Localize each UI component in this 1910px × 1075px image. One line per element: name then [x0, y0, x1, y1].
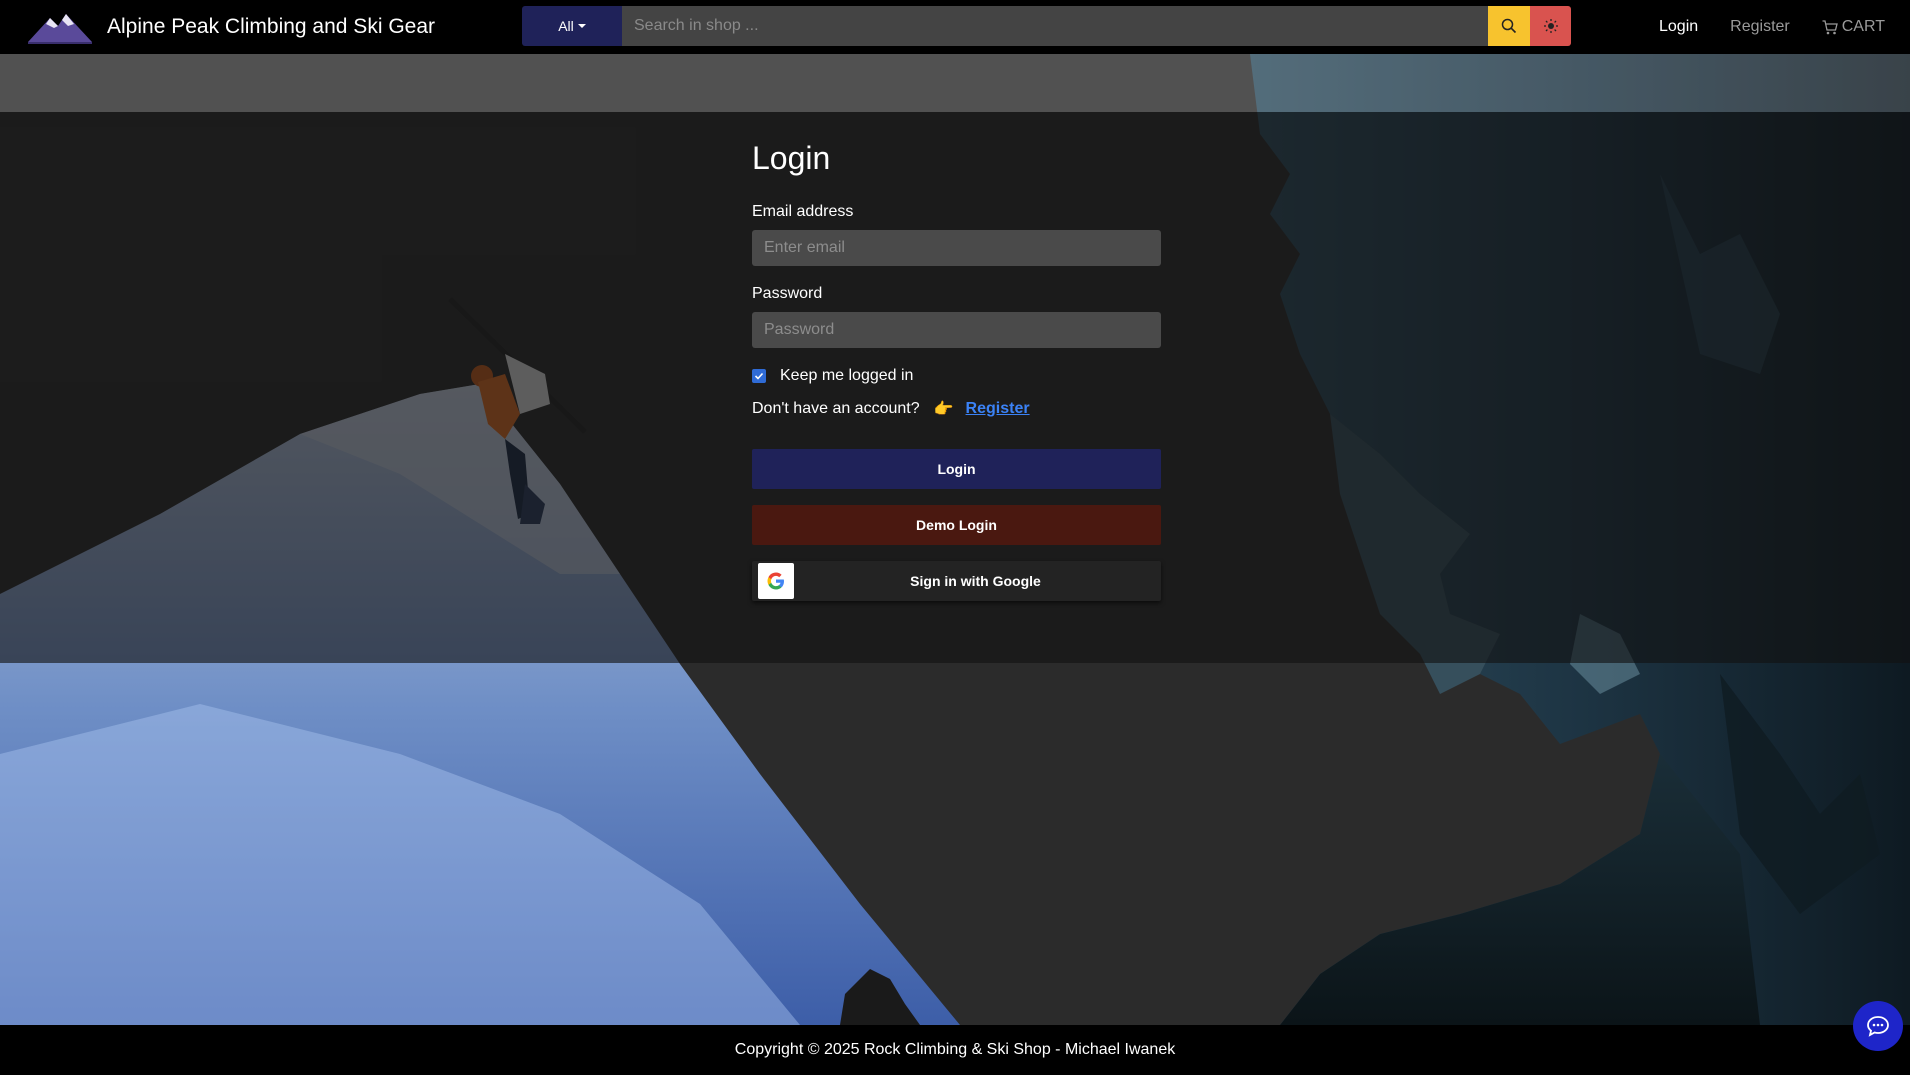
nav-login-link[interactable]: Login: [1659, 18, 1698, 36]
sun-icon: [1543, 19, 1558, 33]
google-icon-box: [758, 563, 794, 599]
pointing-hand-icon: 👉: [933, 401, 954, 418]
demo-login-button[interactable]: Demo Login: [752, 505, 1161, 545]
footer: Copyright © 2025 Rock Climbing & Ski Sho…: [0, 1025, 1910, 1075]
remember-me-checkbox[interactable]: [752, 369, 766, 383]
google-button-label: Sign in with Google: [910, 573, 1041, 589]
chat-button[interactable]: [1853, 1001, 1903, 1051]
password-field[interactable]: [752, 312, 1161, 348]
cart-label: CART: [1841, 18, 1885, 35]
password-label: Password: [752, 285, 823, 302]
theme-toggle-button[interactable]: [1530, 6, 1571, 46]
page-title: Login: [752, 140, 831, 176]
mountain-logo-icon: [28, 14, 92, 44]
search-button[interactable]: [1488, 6, 1530, 46]
email-field[interactable]: [752, 230, 1161, 266]
register-link[interactable]: Register: [966, 400, 1030, 418]
brand[interactable]: Alpine Peak Climbing and Ski Gear: [28, 10, 435, 44]
category-label: All: [558, 18, 574, 34]
remember-me-label: Keep me logged in: [780, 367, 914, 384]
copyright-text: Copyright © 2025 Rock Climbing & Ski Sho…: [734, 1041, 1176, 1058]
brand-title: Alpine Peak Climbing and Ski Gear: [107, 15, 436, 38]
password-field-group: Password: [752, 285, 1162, 348]
nav-links: Login Register CART: [1627, 0, 1885, 54]
chevron-down-icon: [577, 24, 586, 28]
nav-cart-link[interactable]: CART: [1822, 18, 1885, 36]
email-field-group: Email address: [752, 203, 1162, 266]
remember-me-row: Keep me logged in: [752, 367, 1162, 385]
category-dropdown[interactable]: All: [522, 6, 622, 46]
google-icon: [767, 572, 784, 590]
login-form: Login Email address Password Keep me log…: [752, 140, 1162, 601]
top-overlay-band: [0, 54, 1910, 112]
cart-icon: [1822, 19, 1838, 34]
no-account-text: Don't have an account?: [752, 400, 920, 417]
check-icon: [754, 372, 764, 380]
email-label: Email address: [752, 203, 854, 220]
chat-icon: [1867, 1016, 1889, 1037]
register-prompt: Don't have an account? 👉 Register: [752, 399, 1162, 419]
login-button[interactable]: Login: [752, 449, 1161, 489]
search-bar: All: [522, 6, 1571, 46]
top-navbar: Alpine Peak Climbing and Ski Gear All Se…: [0, 0, 1910, 54]
nav-register-link[interactable]: Register: [1730, 18, 1790, 36]
search-icon: [1501, 18, 1517, 34]
google-signin-button[interactable]: Sign in with Google: [752, 561, 1161, 601]
search-input[interactable]: [622, 6, 1488, 46]
